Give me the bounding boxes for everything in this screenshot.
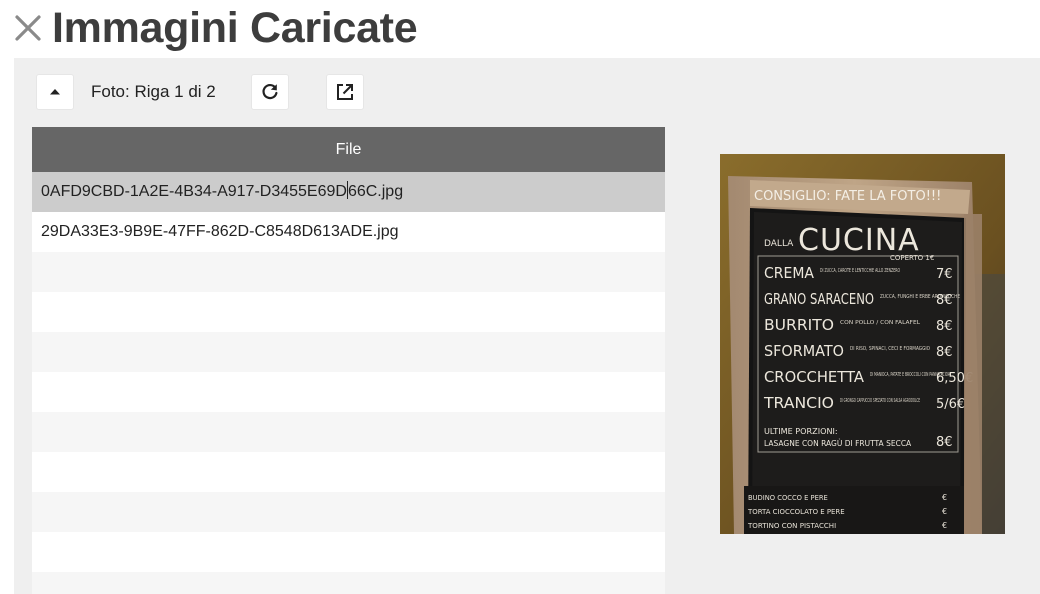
empty-row	[32, 572, 665, 594]
board-menu-item-name: GRANO SARACENO	[764, 290, 874, 308]
board-menu-item-name: BURRITO	[764, 316, 834, 334]
board-menu-item-price: 8€	[936, 319, 953, 334]
empty-row	[32, 252, 665, 292]
empty-row	[32, 372, 665, 412]
open-external-icon	[337, 84, 353, 100]
board-coperto: COPERTO 1€	[890, 254, 934, 262]
board-dessert-item: BUDINO COCCO E PERE	[748, 494, 828, 502]
close-button[interactable]	[12, 12, 44, 44]
row-counter: Foto: Riga 1 di 2	[91, 82, 216, 101]
board-menu-item-desc: DI ZUCCA, CAROTE E LENTICCHIE ALLO ZENZE…	[820, 268, 900, 274]
file-name: 29DA33E3-9B9E-47FF-862D-C8548D613ADE.jpg	[41, 223, 399, 240]
board-menu-item-name: TRANCIO	[763, 394, 834, 412]
empty-row	[32, 332, 665, 372]
board-menu-item-desc: DI GRONGO CAPPUCCIO SPEZIATO CON SALSA A…	[840, 398, 920, 404]
board-menu-item-name: LASAGNE CON RAGÙ DI FRUTTA SECCA	[764, 437, 912, 448]
board-menu-item-price: 7€	[936, 267, 953, 282]
board-header-text: CONSIGLIO: FATE LA FOTO!!!	[754, 189, 941, 204]
board-dessert-price: €	[942, 521, 947, 530]
empty-row	[32, 452, 665, 492]
empty-row	[32, 292, 665, 332]
table-row[interactable]: 0AFD9CBD-1A2E-4B34-A917-D3455E69D66C.jpg	[32, 172, 665, 212]
chalkboard-menu-photo: CONSIGLIO: FATE LA FOTO!!! DALLA CUCINA …	[720, 154, 1005, 534]
file-name-part: 0AFD9CBD-1A2E-4B34-A917-D3455E69D	[41, 183, 347, 200]
image-preview: CONSIGLIO: FATE LA FOTO!!! DALLA CUCINA …	[720, 154, 1005, 534]
open-external-button[interactable]	[326, 74, 364, 110]
board-dessert-item: TORTA CIOCCOLATO E PERE	[747, 508, 845, 516]
board-menu-item-price: 8€	[936, 435, 953, 450]
board-menu-item-name: CREMA	[764, 264, 815, 282]
board-dessert-item: TORTINO CON PISTACCHI	[747, 522, 836, 530]
refresh-button[interactable]	[251, 74, 289, 110]
collapse-up-button[interactable]	[36, 74, 74, 110]
page-title: Immagini Caricate	[52, 4, 418, 52]
board-menu-item-price: 5/6€	[936, 397, 965, 412]
table-row[interactable]: 29DA33E3-9B9E-47FF-862D-C8548D613ADE.jpg	[32, 212, 665, 252]
refresh-icon	[262, 83, 278, 100]
board-menu-item-desc: CON POLLO / CON FALAFEL	[840, 320, 921, 326]
column-header-file[interactable]: File	[32, 127, 665, 172]
board-title-small: DALLA	[764, 239, 794, 249]
triangle-up-icon	[50, 89, 60, 95]
board-menu-item-price: 8€	[936, 345, 953, 360]
uploaded-images-panel: Foto: Riga 1 di 2 File 0AFD9CBD-1A2E-4B3…	[14, 58, 1040, 594]
board-menu-item-name: CROCCHETTA	[764, 368, 865, 386]
empty-row	[32, 492, 665, 532]
board-menu-item-desc: DI RISO, SPINACI, CECI E FORMAGGIO	[850, 346, 931, 352]
header: Immagini Caricate	[0, 0, 1040, 58]
board-menu-item-name: SFORMATO	[764, 342, 844, 360]
board-title: CUCINA	[798, 223, 920, 258]
empty-row	[32, 412, 665, 452]
files-grid: File 0AFD9CBD-1A2E-4B34-A917-D3455E69D66…	[32, 127, 665, 594]
board-dessert-price: €	[942, 493, 947, 502]
file-name-part: 66C.jpg	[347, 183, 404, 200]
close-icon	[15, 15, 41, 41]
empty-row	[32, 532, 665, 572]
board-menu-item-price: 8€	[936, 293, 953, 308]
board-dessert-price: €	[942, 507, 947, 516]
board-menu-item-name: ULTIME PORZIONI:	[764, 427, 838, 436]
